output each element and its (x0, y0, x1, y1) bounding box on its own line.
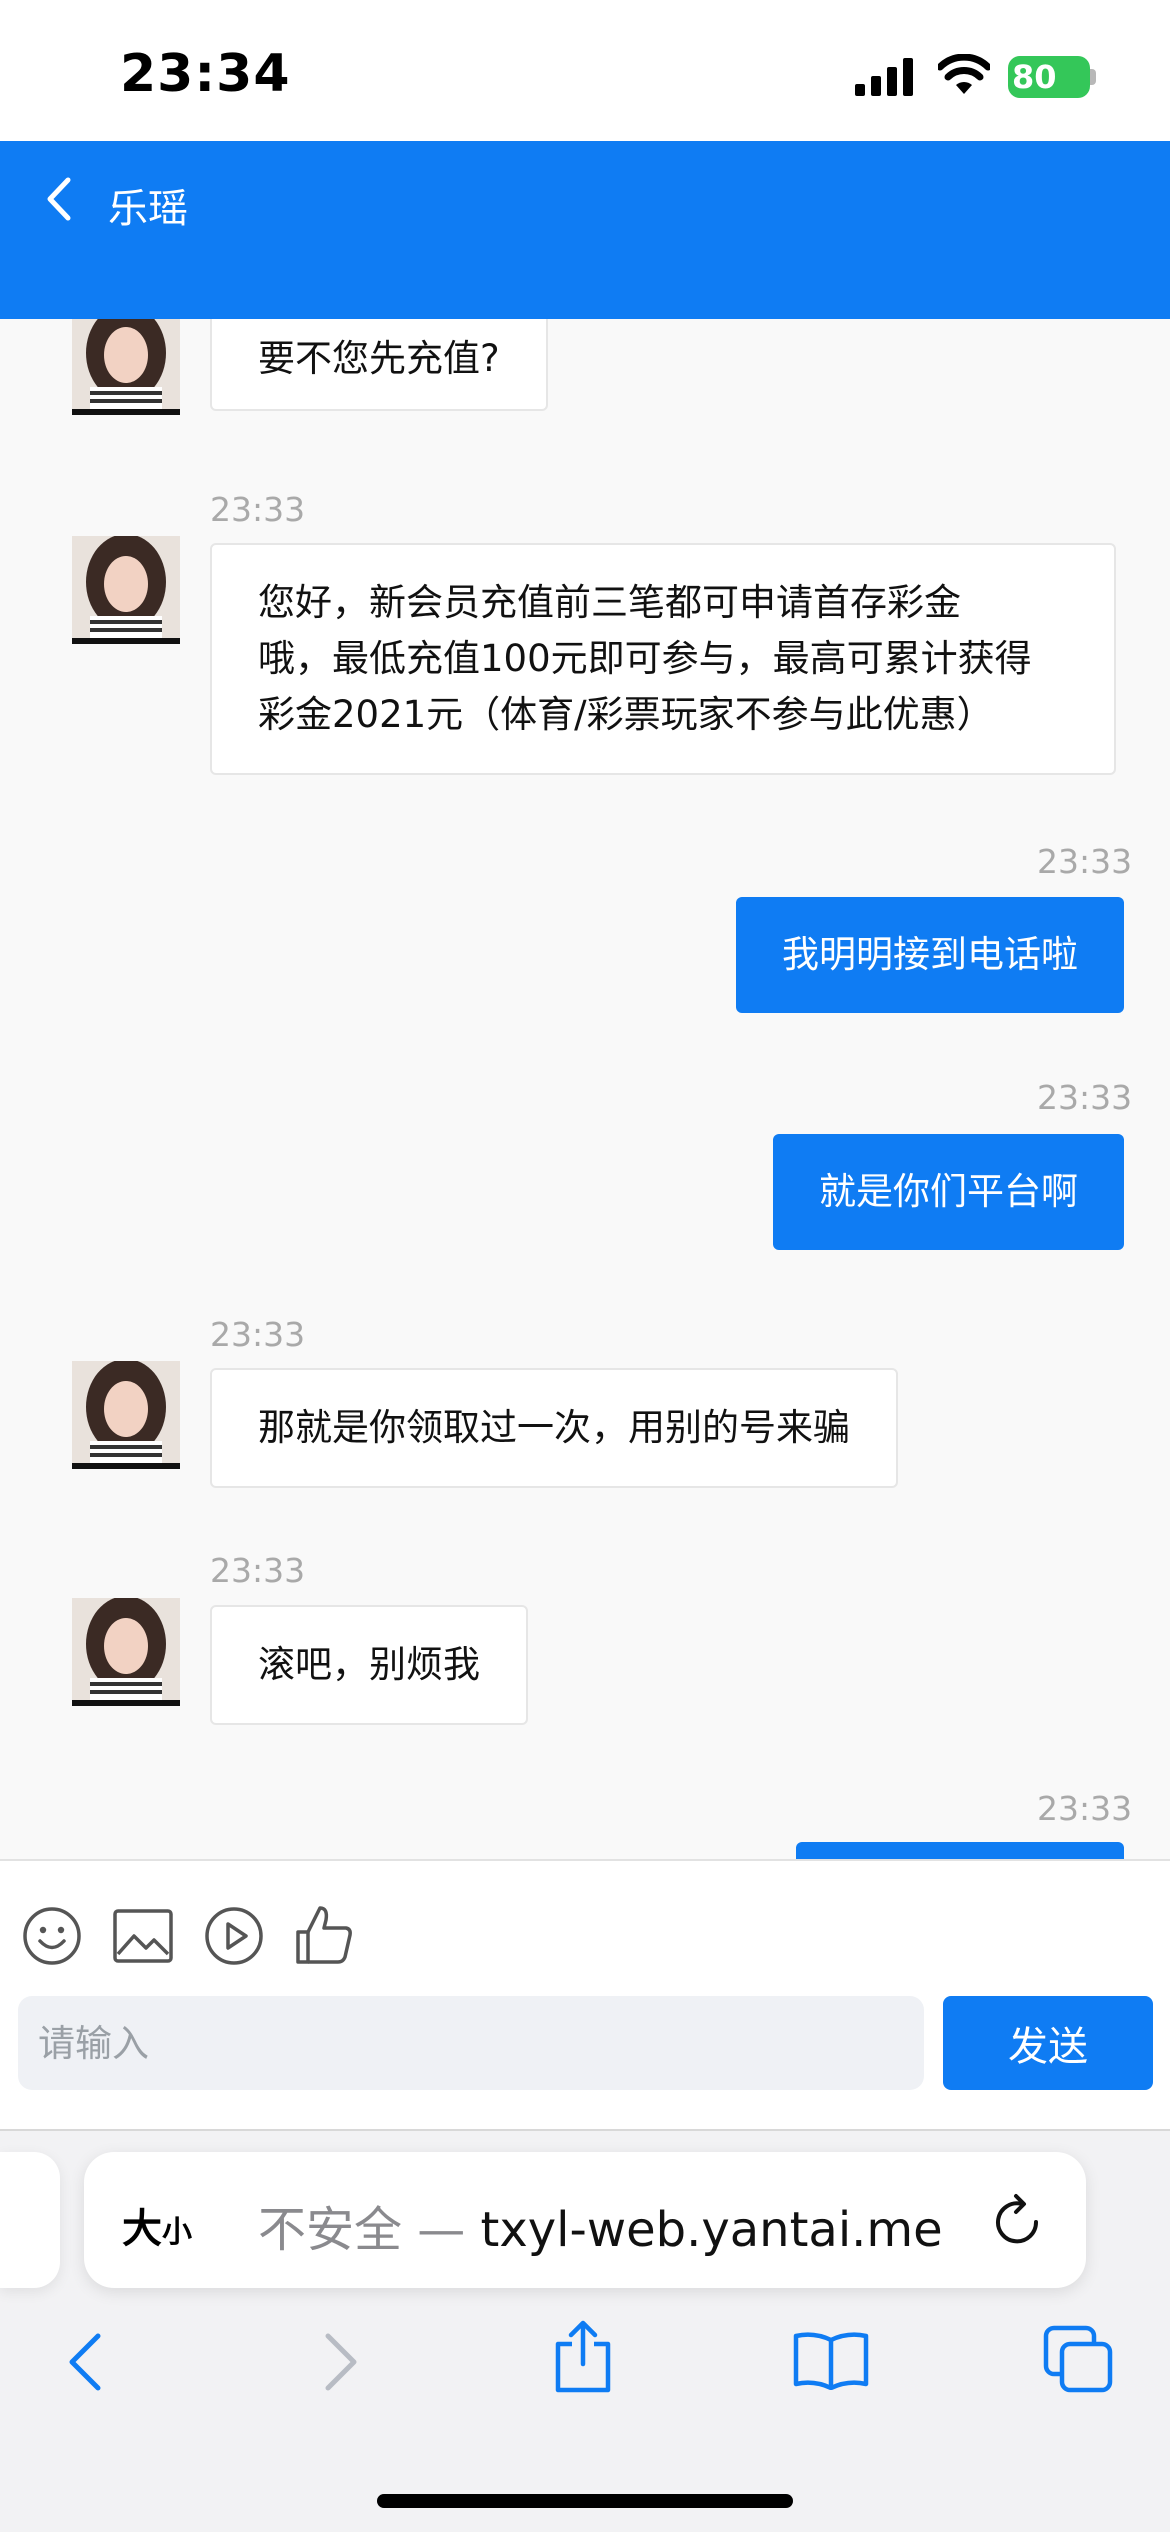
agent-avatar[interactable] (72, 319, 180, 415)
security-warning: 不安全 — (258, 2202, 481, 2258)
message-line: 您好，新会员充值前三笔都可申请首存彩金 (258, 581, 961, 624)
url-text[interactable]: 不安全 — txyl-web.yantai.me (258, 2190, 943, 2260)
chat-title: 乐瑶 (108, 186, 188, 232)
send-button[interactable]: 发送 (943, 1996, 1153, 2090)
bookmarks-icon[interactable] (792, 2330, 870, 2390)
message-time: 23:33 (1037, 842, 1133, 881)
message-bubble-incoming: 那就是你领取过一次，用别的号来骗 (210, 1368, 898, 1488)
agent-avatar[interactable] (72, 1361, 180, 1469)
message-bubble-outgoing: 就是你们平台啊 (773, 1134, 1124, 1250)
text-size-small: 小 (162, 2215, 192, 2250)
message-bubble-incoming: 滚吧，别烦我 (210, 1605, 528, 1725)
message-bubble-outgoing (796, 1842, 1124, 1859)
video-icon[interactable] (204, 1906, 264, 1966)
message-input-container (18, 1996, 924, 2090)
browser-forward-icon[interactable] (318, 2332, 362, 2392)
message-time: 23:33 (210, 1315, 306, 1354)
message-line: 彩金2021元（体育/彩票玩家不参与此优惠） (258, 693, 994, 736)
home-indicator (377, 2494, 793, 2508)
avatar-image (72, 1598, 180, 1700)
reload-icon[interactable] (990, 2192, 1046, 2250)
back-chevron-icon[interactable] (40, 174, 76, 224)
tabs-icon[interactable] (1042, 2324, 1114, 2394)
agent-avatar[interactable] (72, 536, 180, 644)
avatar-image (72, 1361, 180, 1463)
image-icon[interactable] (112, 1908, 174, 1964)
status-time: 23:34 (120, 44, 291, 104)
wifi-icon (938, 54, 990, 94)
message-line: 哦，最低充值100元即可参与，最高可累计获得 (258, 637, 1032, 680)
message-time: 23:33 (210, 1551, 306, 1590)
avatar-image (72, 319, 180, 409)
agent-avatar[interactable] (72, 1598, 180, 1706)
cellular-signal-icon (855, 58, 913, 96)
thumbs-up-icon[interactable] (294, 1904, 354, 1966)
battery-level: 80 (1012, 58, 1057, 96)
message-bubble-incoming: 要不您先充值? (210, 319, 548, 411)
emoji-icon[interactable] (22, 1906, 82, 1966)
message-list[interactable]: 要不您先充值? 23:33 您好，新会员充值前三笔都可申请首存彩金 哦，最低充值… (0, 319, 1170, 1859)
url-domain: txyl-web.yantai.me (480, 2202, 943, 2258)
previous-tab-card[interactable] (0, 2152, 60, 2288)
message-bubble-outgoing: 我明明接到电话啦 (736, 897, 1124, 1013)
message-time: 23:33 (1037, 1789, 1133, 1828)
message-input[interactable] (18, 1996, 924, 2090)
browser-back-icon[interactable] (64, 2332, 108, 2392)
message-time: 23:33 (210, 490, 306, 529)
message-time: 23:33 (1037, 1078, 1133, 1117)
text-size-big: 大 (122, 2206, 162, 2252)
battery-cap (1090, 69, 1096, 85)
avatar-image (72, 536, 180, 638)
message-bubble-incoming: 您好，新会员充值前三笔都可申请首存彩金 哦，最低充值100元即可参与，最高可累计… (210, 543, 1116, 775)
share-icon[interactable] (550, 2320, 616, 2394)
text-size-button[interactable]: 大小 (122, 2196, 192, 2254)
